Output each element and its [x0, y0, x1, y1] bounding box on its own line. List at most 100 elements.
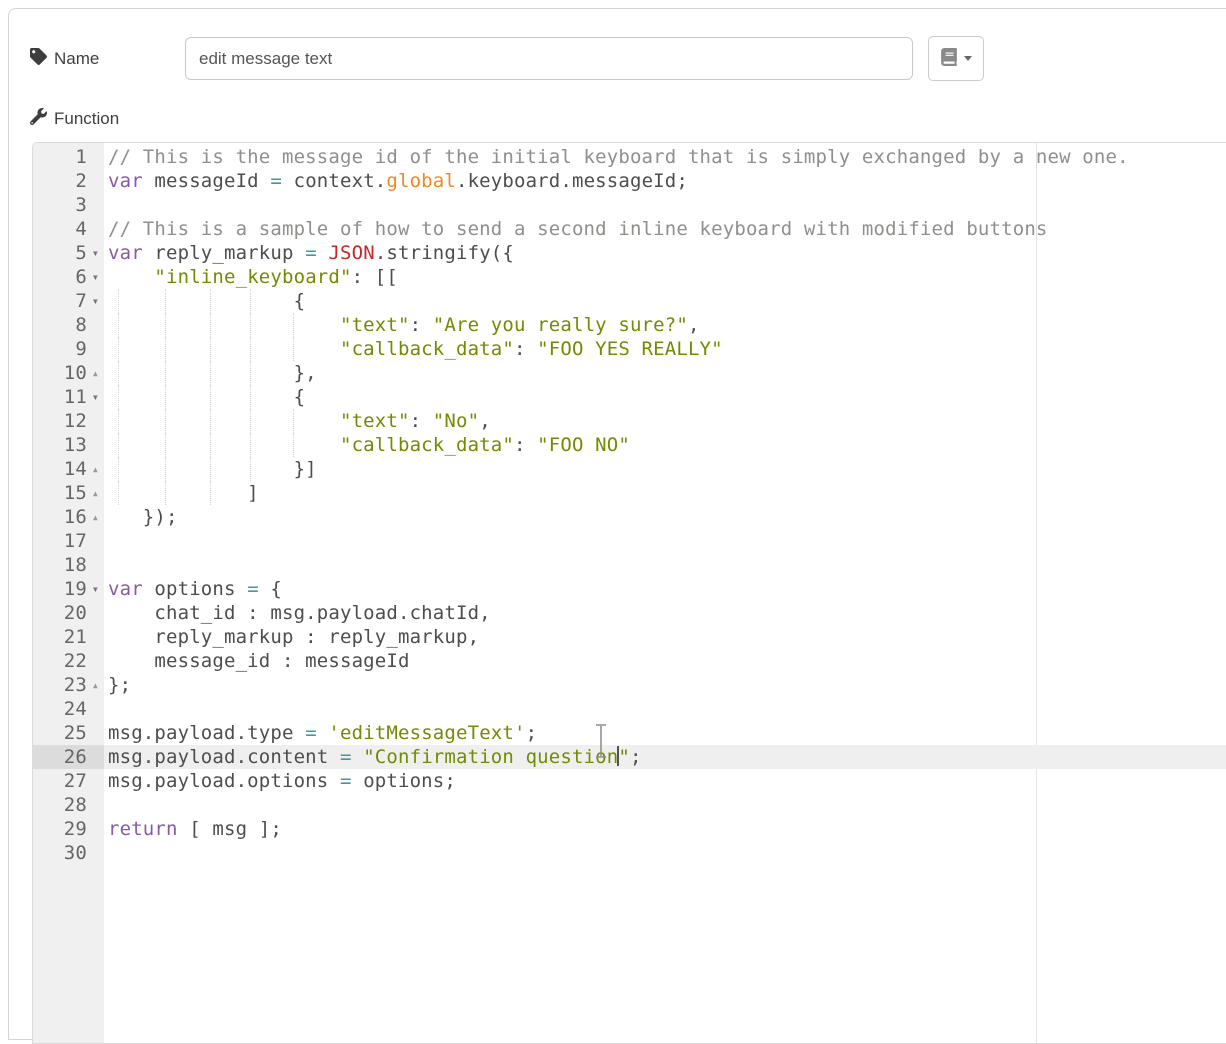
- gutter-line[interactable]: 27: [33, 769, 104, 793]
- gutter-line[interactable]: 7▾: [33, 289, 104, 313]
- code-line[interactable]: "callback_data": "FOO NO": [104, 433, 1226, 457]
- code-line[interactable]: // This is a sample of how to send a sec…: [104, 217, 1226, 241]
- indent-guide: [210, 337, 211, 361]
- fold-spacer: [87, 817, 104, 841]
- code-line[interactable]: return [ msg ];: [104, 817, 1226, 841]
- gutter-line[interactable]: 9: [33, 337, 104, 361]
- gutter-line[interactable]: 6▾: [33, 265, 104, 289]
- code-line[interactable]: {: [104, 289, 1226, 313]
- fold-open-icon[interactable]: ▾: [87, 265, 104, 289]
- gutter-line[interactable]: 3: [33, 193, 104, 217]
- fold-close-icon[interactable]: ▴: [87, 457, 104, 481]
- line-number: 6: [33, 265, 87, 289]
- code-token: }]: [108, 458, 317, 480]
- code-line[interactable]: chat_id : msg.payload.chatId,: [104, 601, 1226, 625]
- code-line[interactable]: var reply_markup = JSON.stringify({: [104, 241, 1226, 265]
- indent-guide: [210, 409, 211, 433]
- indent-guide: [250, 457, 251, 481]
- code-line[interactable]: {: [104, 385, 1226, 409]
- line-number: 24: [33, 697, 87, 721]
- code-line[interactable]: // This is the message id of the initial…: [104, 145, 1226, 169]
- code-line[interactable]: msg.payload.content = "Confirmation ques…: [104, 745, 1226, 769]
- indent-guide: [250, 409, 251, 433]
- code-line[interactable]: msg.payload.options = options;: [104, 769, 1226, 793]
- gutter-line[interactable]: 22: [33, 649, 104, 673]
- code-line[interactable]: [104, 841, 1226, 865]
- code-token: [108, 314, 340, 336]
- line-number: 27: [33, 769, 87, 793]
- fold-close-icon[interactable]: ▴: [87, 361, 104, 385]
- gutter-line[interactable]: 13: [33, 433, 104, 457]
- code-line[interactable]: [104, 793, 1226, 817]
- gutter-line[interactable]: 14▴: [33, 457, 104, 481]
- fold-open-icon[interactable]: ▾: [87, 241, 104, 265]
- gutter-line[interactable]: 8: [33, 313, 104, 337]
- code-token: .keyboard.messageId;: [456, 170, 688, 192]
- code-line[interactable]: });: [104, 505, 1226, 529]
- code-line[interactable]: msg.payload.type = 'editMessageText';: [104, 721, 1226, 745]
- gutter-line[interactable]: 23▴: [33, 673, 104, 697]
- code-line[interactable]: message_id : messageId: [104, 649, 1226, 673]
- editor-gutter[interactable]: 12345▾6▾7▾8910▴11▾121314▴15▴16▴171819▾20…: [33, 143, 104, 1043]
- line-number: 18: [33, 553, 87, 577]
- code-line[interactable]: [104, 553, 1226, 577]
- code-token: [ msg ];: [178, 818, 282, 840]
- code-line[interactable]: };: [104, 673, 1226, 697]
- indent-guide: [210, 313, 211, 337]
- code-line[interactable]: "text": "No",: [104, 409, 1226, 433]
- gutter-line[interactable]: 19▾: [33, 577, 104, 601]
- code-line[interactable]: reply_markup : reply_markup,: [104, 625, 1226, 649]
- gutter-line[interactable]: 2: [33, 169, 104, 193]
- code-editor[interactable]: 12345▾6▾7▾8910▴11▾121314▴15▴16▴171819▾20…: [32, 142, 1226, 1044]
- gutter-line[interactable]: 12: [33, 409, 104, 433]
- fold-open-icon[interactable]: ▾: [87, 289, 104, 313]
- code-line[interactable]: ]: [104, 481, 1226, 505]
- gutter-line[interactable]: 20: [33, 601, 104, 625]
- code-line[interactable]: "inline_keyboard": [[: [104, 265, 1226, 289]
- code-line[interactable]: [104, 193, 1226, 217]
- fold-close-icon[interactable]: ▴: [87, 481, 104, 505]
- code-line[interactable]: var options = {: [104, 577, 1226, 601]
- gutter-line[interactable]: 1: [33, 145, 104, 169]
- code-line[interactable]: "text": "Are you really sure?",: [104, 313, 1226, 337]
- code-line[interactable]: [104, 697, 1226, 721]
- gutter-line[interactable]: 16▴: [33, 505, 104, 529]
- gutter-line[interactable]: 25: [33, 721, 104, 745]
- gutter-line[interactable]: 28: [33, 793, 104, 817]
- name-input[interactable]: [185, 37, 913, 80]
- code-line[interactable]: },: [104, 361, 1226, 385]
- gutter-line[interactable]: 26: [33, 745, 104, 769]
- gutter-line[interactable]: 21: [33, 625, 104, 649]
- code-line[interactable]: }]: [104, 457, 1226, 481]
- fold-close-icon[interactable]: ▴: [87, 673, 104, 697]
- gutter-line[interactable]: 17: [33, 529, 104, 553]
- code-token: context.: [282, 170, 386, 192]
- code-line[interactable]: var messageId = context.global.keyboard.…: [104, 169, 1226, 193]
- fold-spacer: [87, 697, 104, 721]
- fold-open-icon[interactable]: ▾: [87, 577, 104, 601]
- gutter-line[interactable]: 4: [33, 217, 104, 241]
- fold-close-icon[interactable]: ▴: [87, 505, 104, 529]
- gutter-line[interactable]: 15▴: [33, 481, 104, 505]
- code-token: .stringify({: [375, 242, 514, 264]
- gutter-line[interactable]: 5▾: [33, 241, 104, 265]
- code-line[interactable]: [104, 529, 1226, 553]
- code-token: =: [305, 722, 317, 744]
- indent-guide: [165, 361, 166, 385]
- gutter-line[interactable]: 11▾: [33, 385, 104, 409]
- gutter-line[interactable]: 10▴: [33, 361, 104, 385]
- code-token: "inline_keyboard": [154, 266, 351, 288]
- editor-code[interactable]: // This is the message id of the initial…: [104, 143, 1226, 1043]
- gutter-line[interactable]: 29: [33, 817, 104, 841]
- code-token: =: [340, 746, 352, 768]
- code-token: {: [259, 578, 282, 600]
- indent-guide: [210, 289, 211, 313]
- gutter-line[interactable]: 18: [33, 553, 104, 577]
- gutter-line[interactable]: 30: [33, 841, 104, 865]
- line-number: 10: [33, 361, 87, 385]
- code-line[interactable]: "callback_data": "FOO YES REALLY": [104, 337, 1226, 361]
- gutter-line[interactable]: 24: [33, 697, 104, 721]
- library-button[interactable]: [928, 36, 984, 81]
- line-number: 12: [33, 409, 87, 433]
- fold-open-icon[interactable]: ▾: [87, 385, 104, 409]
